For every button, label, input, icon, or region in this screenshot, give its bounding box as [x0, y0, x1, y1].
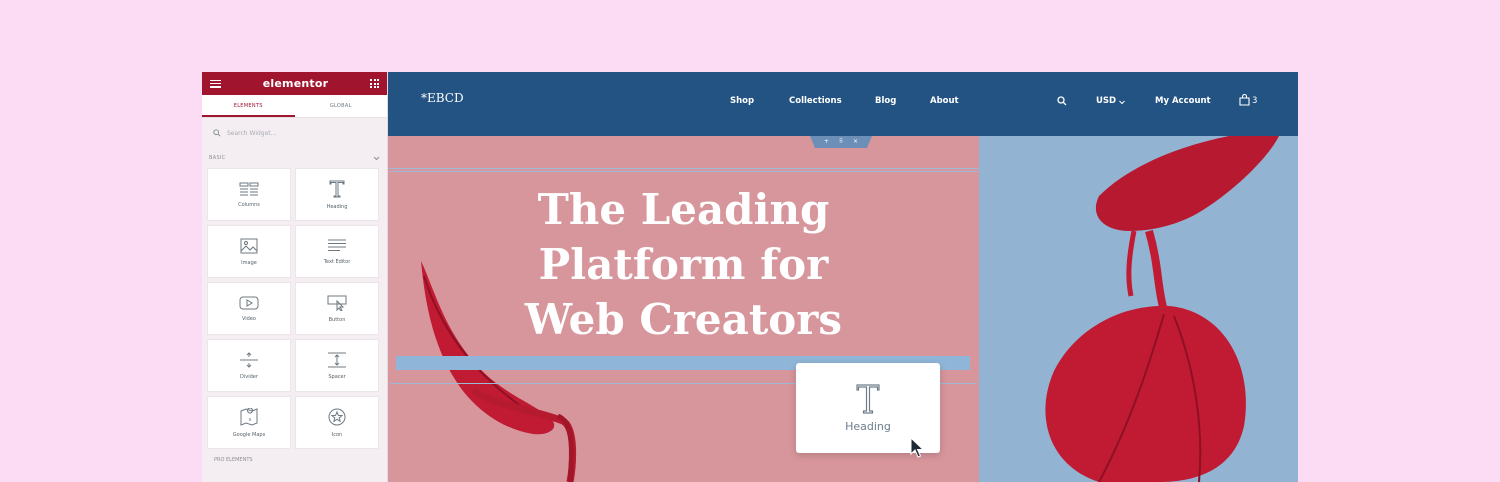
section-handle-controls: + ⠿ × — [819, 136, 863, 146]
widget-search[interactable]: Search Widget... — [207, 124, 382, 142]
category-label: BASIC — [209, 155, 226, 161]
hero-heading-line: Platform for — [538, 240, 829, 289]
widget-label: Text Editor — [323, 258, 351, 265]
panel-brand: elementor — [262, 77, 329, 90]
widget-label: Columns — [238, 201, 260, 208]
widget-spacer[interactable]: Spacer — [295, 339, 379, 392]
spacer-icon — [328, 352, 346, 367]
widget-image[interactable]: Image — [207, 225, 291, 278]
widget-video[interactable]: Video — [207, 282, 291, 335]
widget-label: Spacer — [328, 373, 346, 380]
text-editor-icon — [328, 239, 346, 251]
tab-elements[interactable]: ELEMENTS — [202, 95, 295, 117]
mouse-cursor-icon — [910, 437, 924, 458]
hero-heading[interactable]: The Leading Platform for Web Creators — [506, 182, 861, 347]
heading-icon — [856, 383, 880, 414]
widget-label: Divider — [240, 373, 258, 380]
widget-button[interactable]: Button — [295, 282, 379, 335]
image-icon — [240, 238, 258, 253]
pro-elements-label: PRO ELEMENTS — [214, 457, 253, 463]
dragged-widget-label: Heading — [845, 419, 891, 433]
video-icon — [239, 296, 259, 309]
panel-header: elementor — [202, 72, 387, 95]
cart-count: 3 — [1252, 96, 1258, 106]
heading-icon — [329, 180, 345, 197]
divider-icon — [240, 351, 258, 368]
drag-handle-icon[interactable]: ⠿ — [839, 138, 843, 145]
currency-select[interactable]: USD — [1096, 96, 1116, 106]
nav-about[interactable]: About — [930, 96, 959, 106]
site-header: *EBCD Shop Collections Blog About USD My… — [388, 72, 1298, 136]
widget-grid: Columns Heading Image Text Editor Video … — [207, 168, 382, 449]
star-icon — [328, 408, 346, 425]
chevron-down-icon — [1119, 100, 1125, 105]
widget-label: Icon — [331, 431, 343, 438]
button-icon — [327, 295, 347, 311]
widget-divider[interactable]: Divider — [207, 339, 291, 392]
widget-label: Button — [328, 316, 346, 323]
section-outline-top — [388, 168, 979, 169]
menu-icon[interactable] — [210, 79, 221, 88]
my-account-link[interactable]: My Account — [1155, 96, 1211, 106]
add-section-icon[interactable]: + — [824, 138, 829, 145]
hero-heading-line: The Leading — [537, 185, 830, 234]
widget-text-editor[interactable]: Text Editor — [295, 225, 379, 278]
page-canvas: *EBCD Shop Collections Blog About USD My… — [388, 72, 1298, 482]
widget-icon[interactable]: Icon — [295, 396, 379, 449]
columns-icon — [239, 182, 259, 195]
nav-blog[interactable]: Blog — [875, 96, 896, 106]
hero-heading-line: Web Creators — [524, 295, 843, 344]
nav-collections[interactable]: Collections — [789, 96, 842, 106]
chevron-down-icon — [373, 156, 380, 160]
widget-label: Google Maps — [232, 431, 266, 438]
tab-global[interactable]: GLOBAL — [295, 95, 388, 117]
widget-label: Image — [241, 259, 257, 266]
anthurium-flower-right-illustration — [1045, 136, 1279, 482]
shopping-bag-icon[interactable] — [1239, 94, 1250, 106]
search-icon — [213, 129, 221, 137]
search-icon[interactable] — [1057, 96, 1067, 106]
panel-tabs: ELEMENTS GLOBAL — [202, 95, 387, 118]
site-logo[interactable]: *EBCD — [421, 91, 464, 105]
widget-outline-top — [390, 171, 977, 172]
widget-label: Heading — [326, 203, 348, 210]
google-maps-icon — [240, 407, 258, 426]
widget-google-maps[interactable]: Google Maps — [207, 396, 291, 449]
search-input[interactable]: Search Widget... — [227, 130, 276, 137]
widget-columns[interactable]: Columns — [207, 168, 291, 221]
widget-heading[interactable]: Heading — [295, 168, 379, 221]
widget-label: Video — [241, 315, 256, 322]
editor-panel: elementor ELEMENTS GLOBAL Search Widget.… — [202, 72, 388, 482]
apps-grid-icon[interactable] — [370, 79, 379, 88]
close-section-icon[interactable]: × — [853, 138, 858, 145]
nav-shop[interactable]: Shop — [730, 96, 754, 106]
category-basic[interactable]: BASIC — [207, 152, 382, 164]
